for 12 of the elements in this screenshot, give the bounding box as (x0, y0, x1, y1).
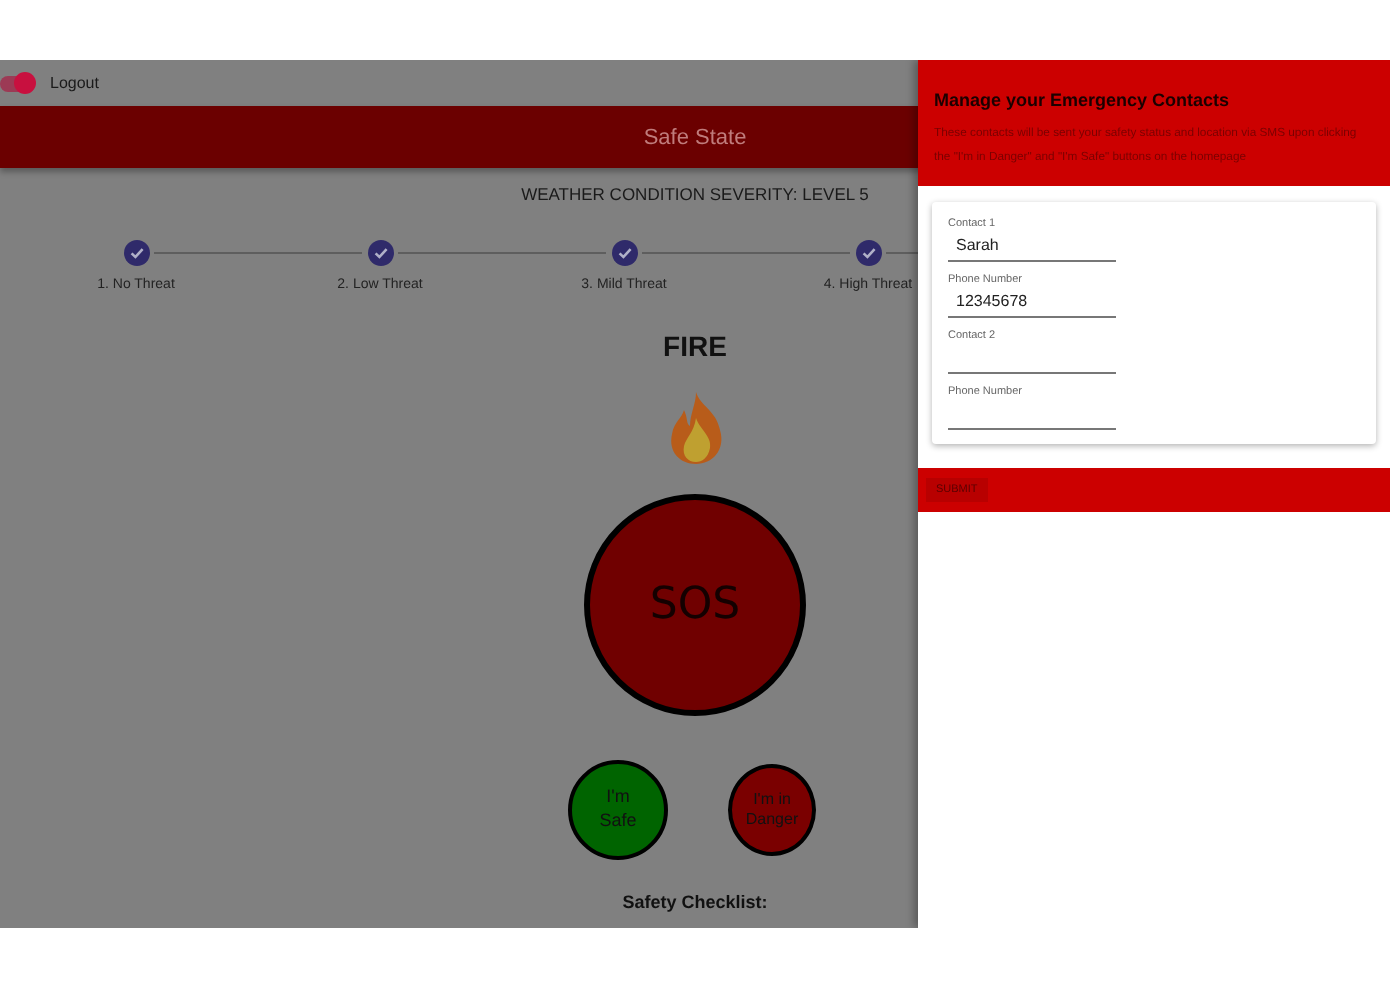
text-field[interactable]: Sarah (948, 230, 1116, 262)
status-button[interactable]: I'm Safe (568, 760, 668, 860)
sos-button[interactable]: SOS (584, 494, 806, 716)
drawer-title: Manage your Emergency Contacts (934, 90, 1232, 110)
severity-text: WEATHER CONDITION SEVERITY: LEVEL 5 (521, 184, 869, 204)
header-title: Safe State (643, 125, 747, 149)
logout-toggle[interactable] (0, 75, 34, 91)
status-button[interactable]: I'm in Danger (728, 764, 816, 856)
logout-label: Logout (50, 74, 99, 92)
text-field[interactable]: 12345678 (948, 286, 1116, 318)
hazard-title: FIRE (663, 330, 727, 362)
checklist-title: Safety Checklist: (622, 892, 768, 912)
